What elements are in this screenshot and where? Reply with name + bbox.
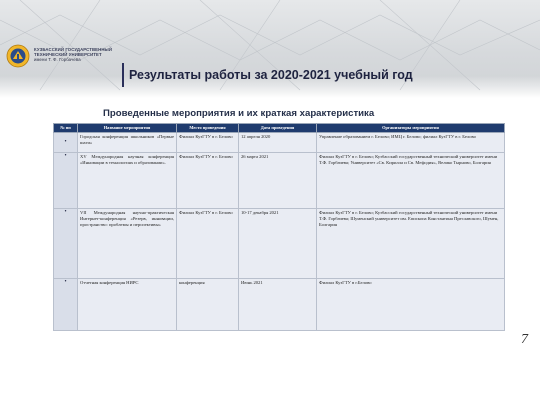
- row-number: •: [53, 132, 78, 153]
- table-row: • Отчетная конференция НИРС конференция …: [53, 278, 505, 331]
- row-number: •: [53, 152, 78, 209]
- event-place: Филиал КузГТУ в г. Белово: [176, 152, 239, 209]
- table-row: • VII Международная научно-практическая …: [53, 208, 505, 279]
- event-name: XV Международная научная конференция «Ин…: [77, 152, 177, 209]
- row-bullet: •: [64, 209, 67, 216]
- event-date: 12 апреля 2020: [238, 132, 317, 153]
- row-number: •: [53, 208, 78, 279]
- slide-title: Результаты работы за 2020-2021 учебный г…: [129, 68, 413, 82]
- event-name: VII Международная научно-практическая Ин…: [77, 208, 177, 279]
- table-header-row: № пп Название мероприятия Место проведен…: [53, 123, 505, 133]
- event-place: Филиал КузГТУ в г. Белово: [176, 208, 239, 279]
- column-header: Название мероприятия: [77, 123, 177, 133]
- row-number: •: [53, 278, 78, 331]
- university-name: КУЗБАССКИЙ ГОСУДАРСТВЕННЫЙ ТЕХНИЧЕСКИЙ У…: [34, 47, 144, 63]
- event-organizers: Филиал КузГТУ в г. Белово; Кузбасский го…: [316, 208, 505, 279]
- event-date: 10-17 декабря 2021: [238, 208, 317, 279]
- event-organizers: Филиал КузГТУ в г. Белово; Кузбасский го…: [316, 152, 505, 209]
- event-organizers: Управление образованием г. Белово; ИМЦ г…: [316, 132, 505, 153]
- university-line-3: имени Т. Ф. Горбачева: [34, 57, 81, 63]
- event-place: конференция: [176, 278, 239, 331]
- table-row: • Городская конференция школьников «Перв…: [53, 132, 505, 153]
- table-row: • XV Международная научная конференция «…: [53, 152, 505, 209]
- slide-subtitle: Проведенные мероприятия и их краткая хар…: [103, 108, 375, 119]
- university-logo-icon: [6, 44, 30, 68]
- title-accent-bar: [122, 63, 124, 87]
- column-header: № пп: [53, 123, 78, 133]
- column-header: Дата проведения: [238, 123, 317, 133]
- event-name: Городская конференция школьников «Первые…: [77, 132, 177, 153]
- column-header: Организаторы мероприятия: [316, 123, 505, 133]
- event-name: Отчетная конференция НИРС: [77, 278, 177, 331]
- row-bullet: •: [64, 139, 67, 146]
- page-number: 7: [521, 332, 528, 347]
- events-table: № пп Название мероприятия Место проведен…: [53, 123, 505, 331]
- event-date: Июнь 2021: [238, 278, 317, 331]
- column-header: Место проведения: [176, 123, 239, 133]
- event-date: 26 марта 2021: [238, 152, 317, 209]
- row-bullet: •: [64, 279, 67, 286]
- row-bullet: •: [64, 153, 67, 160]
- event-place: Филиал КузГТУ в г. Белово: [176, 132, 239, 153]
- event-organizers: Филиал КузГТУ в г.Белово: [316, 278, 505, 331]
